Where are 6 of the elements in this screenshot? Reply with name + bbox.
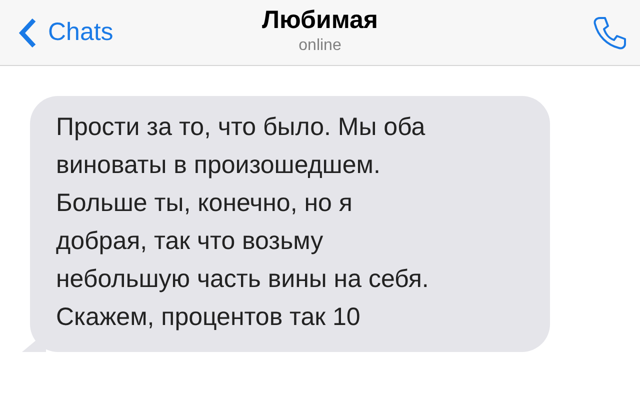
- contact-status: online: [298, 37, 342, 55]
- back-button[interactable]: Chats: [18, 16, 114, 48]
- message-text: Прости за то, что было. Мы оба виноваты в произошедшем. Больше ты, конечно, но я добрая, так что возьму небольшую часть вины на себя. Скажем, процентов так 10: [56, 112, 430, 333]
- phone-icon[interactable]: [592, 14, 628, 50]
- chevron-icon: [18, 16, 38, 48]
- contact-name: Любимая: [262, 6, 378, 35]
